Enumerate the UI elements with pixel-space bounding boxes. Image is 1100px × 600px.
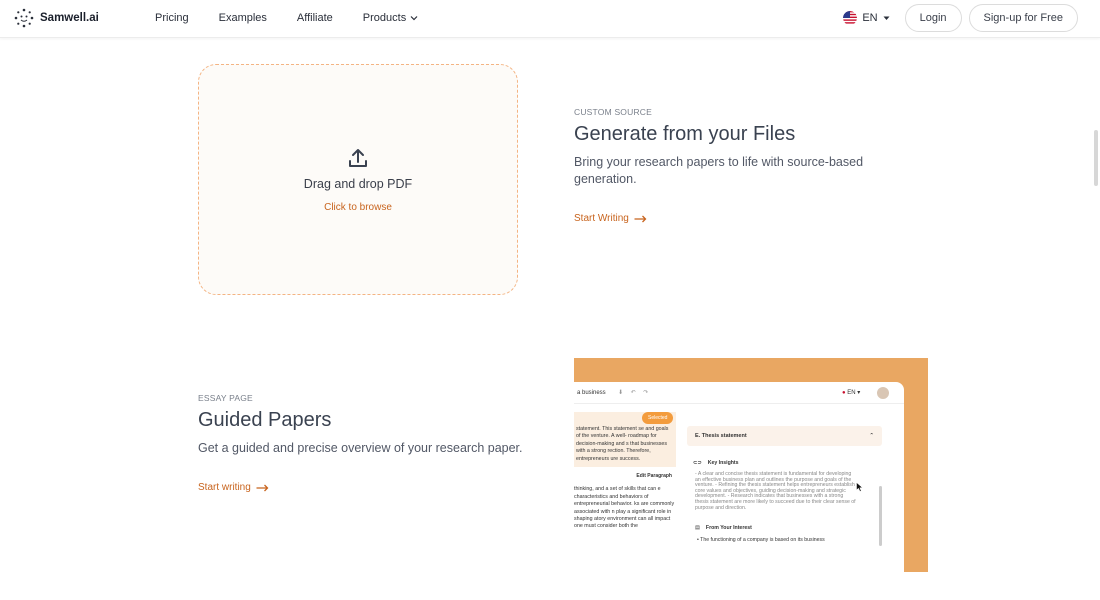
section-eyebrow: CUSTOM SOURCE [574, 107, 653, 117]
preview-key-insights-label: Key Insights [707, 460, 739, 466]
preview-accordion-title: E. Thesis statement [695, 433, 747, 439]
preview-from-interest-label: From Your Interest [705, 525, 752, 532]
us-flag-icon [843, 11, 858, 25]
section-description: Bring your research papers to life with … [574, 155, 864, 186]
document-icon: ▤ [695, 525, 700, 532]
section-description: Get a guided and precise overview of you… [198, 441, 523, 455]
upload-icon [349, 148, 367, 167]
preview-scrollbar [879, 486, 882, 546]
preview-bullet: • The functioning of a company is based … [697, 537, 825, 544]
preview-toolbar: a business ⬇ ↶ ↷ ● EN ▾ [574, 382, 904, 404]
page-scrollbar[interactable] [1094, 130, 1098, 186]
main-nav: Pricing Examples Affiliate Products [155, 12, 418, 24]
preview-side-panel: E. Thesis statement ⌃ ⊂⊃ Key Insights - … [687, 426, 882, 546]
start-writing-label: Start Writing [574, 213, 629, 224]
start-writing-link[interactable]: Start Writing [574, 213, 647, 224]
header-actions: EN Login Sign-up for Free [843, 4, 1078, 32]
preview-edit-paragraph: Edit Paragraph [636, 473, 672, 480]
preview-insights-text: - A clear and concise thesis statement i… [695, 471, 856, 511]
caret-down-icon [883, 16, 890, 20]
section-eyebrow: ESSAY PAGE [198, 393, 253, 403]
dropzone-title: Drag and drop PDF [303, 176, 413, 191]
arrow-right-icon [256, 484, 269, 491]
brand-name: Samwell.ai [40, 12, 99, 24]
samwell-logo-icon [14, 8, 34, 28]
browse-link[interactable]: Click to browse [324, 202, 392, 213]
preview-language: ● EN ▾ [842, 390, 861, 396]
chevron-up-icon: ⌃ [869, 433, 874, 439]
preview-window: a business ⬇ ↶ ↷ ● EN ▾ statement. This … [574, 382, 904, 572]
brand[interactable]: Samwell.ai [14, 8, 99, 28]
cursor-icon [856, 482, 864, 492]
language-selector[interactable]: EN [843, 11, 890, 25]
avatar [876, 386, 890, 400]
start-writing-label: Start writing [198, 482, 251, 493]
preview-accordion: E. Thesis statement ⌃ [687, 426, 882, 446]
start-writing-link[interactable]: Start writing [198, 482, 269, 493]
section-heading: Guided Papers [198, 409, 332, 431]
preview-bullet-text: The functioning of a company is based on… [700, 537, 825, 544]
preview-paragraph: thinking, and a set of skills that can e… [574, 486, 675, 530]
preview-flag-icon: ● [842, 390, 846, 396]
preview-doc-title: a business [577, 390, 606, 396]
login-button[interactable]: Login [904, 4, 962, 32]
essay-page-section: ESSAY PAGE Guided Papers Get a guided an… [198, 393, 538, 495]
preview-editor: statement. This statement se and goals o… [574, 412, 676, 531]
section-heading: Generate from your Files [574, 123, 796, 145]
nav-examples[interactable]: Examples [219, 12, 267, 24]
preview-language-code: EN [847, 390, 856, 396]
signup-button[interactable]: Sign-up for Free [968, 4, 1078, 32]
arrow-right-icon [634, 215, 647, 222]
preview-from-interest: ▤ From Your Interest [687, 525, 882, 531]
nav-products[interactable]: Products [363, 12, 418, 24]
nav-affiliate[interactable]: Affiliate [297, 12, 333, 24]
nav-pricing[interactable]: Pricing [155, 12, 189, 24]
preview-selected-badge: Selected [642, 412, 674, 424]
chevron-down-icon [410, 16, 418, 21]
top-navbar: Samwell.ai Pricing Examples Affiliate Pr… [0, 0, 1100, 38]
guided-papers-preview: a business ⬇ ↶ ↷ ● EN ▾ statement. This … [574, 358, 928, 572]
preview-key-insights: ⊂⊃ Key Insights [687, 460, 882, 466]
nav-products-label: Products [362, 12, 407, 24]
pdf-dropzone[interactable]: Drag and drop PDF Click to browse [198, 64, 518, 295]
language-code: EN [862, 12, 878, 24]
custom-source-section: CUSTOM SOURCE Generate from your Files B… [574, 107, 914, 226]
link-icon: ⊂⊃ [693, 460, 702, 466]
preview-tools-icons: ⬇ ↶ ↷ [618, 390, 652, 396]
